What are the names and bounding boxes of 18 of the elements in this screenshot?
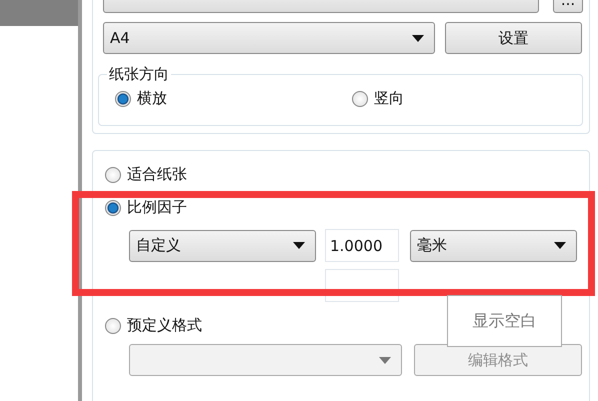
scale-type-dropdown[interactable]: 自定义 <box>129 230 316 262</box>
unit-dropdown[interactable]: 毫米 <box>410 230 577 262</box>
more-button[interactable]: ... <box>553 0 583 13</box>
dropdown-arrow-icon <box>554 242 566 249</box>
radio-button[interactable]: 竖向 <box>352 89 404 108</box>
scale-factor-field[interactable]: 1.0000 <box>325 229 399 262</box>
scale-factor-field[interactable] <box>325 269 399 302</box>
group-label: 纸张方向 <box>107 65 171 84</box>
radio-button[interactable]: 适合纸张 <box>105 165 187 184</box>
settings-button[interactable]: 设置 <box>445 22 582 54</box>
paper-size-dropdown[interactable]: A4 <box>103 22 435 54</box>
radio-button[interactable]: 横放 <box>115 89 167 108</box>
dropdown-arrow-icon <box>293 242 305 249</box>
radio-button[interactable]: 比例因子 <box>105 198 187 217</box>
dropdown-arrow-icon <box>379 356 391 364</box>
dropdown-arrow-icon <box>412 34 424 42</box>
radio-button[interactable]: 预定义格式 <box>105 316 202 335</box>
tooltip: 显示空白 <box>447 295 562 347</box>
